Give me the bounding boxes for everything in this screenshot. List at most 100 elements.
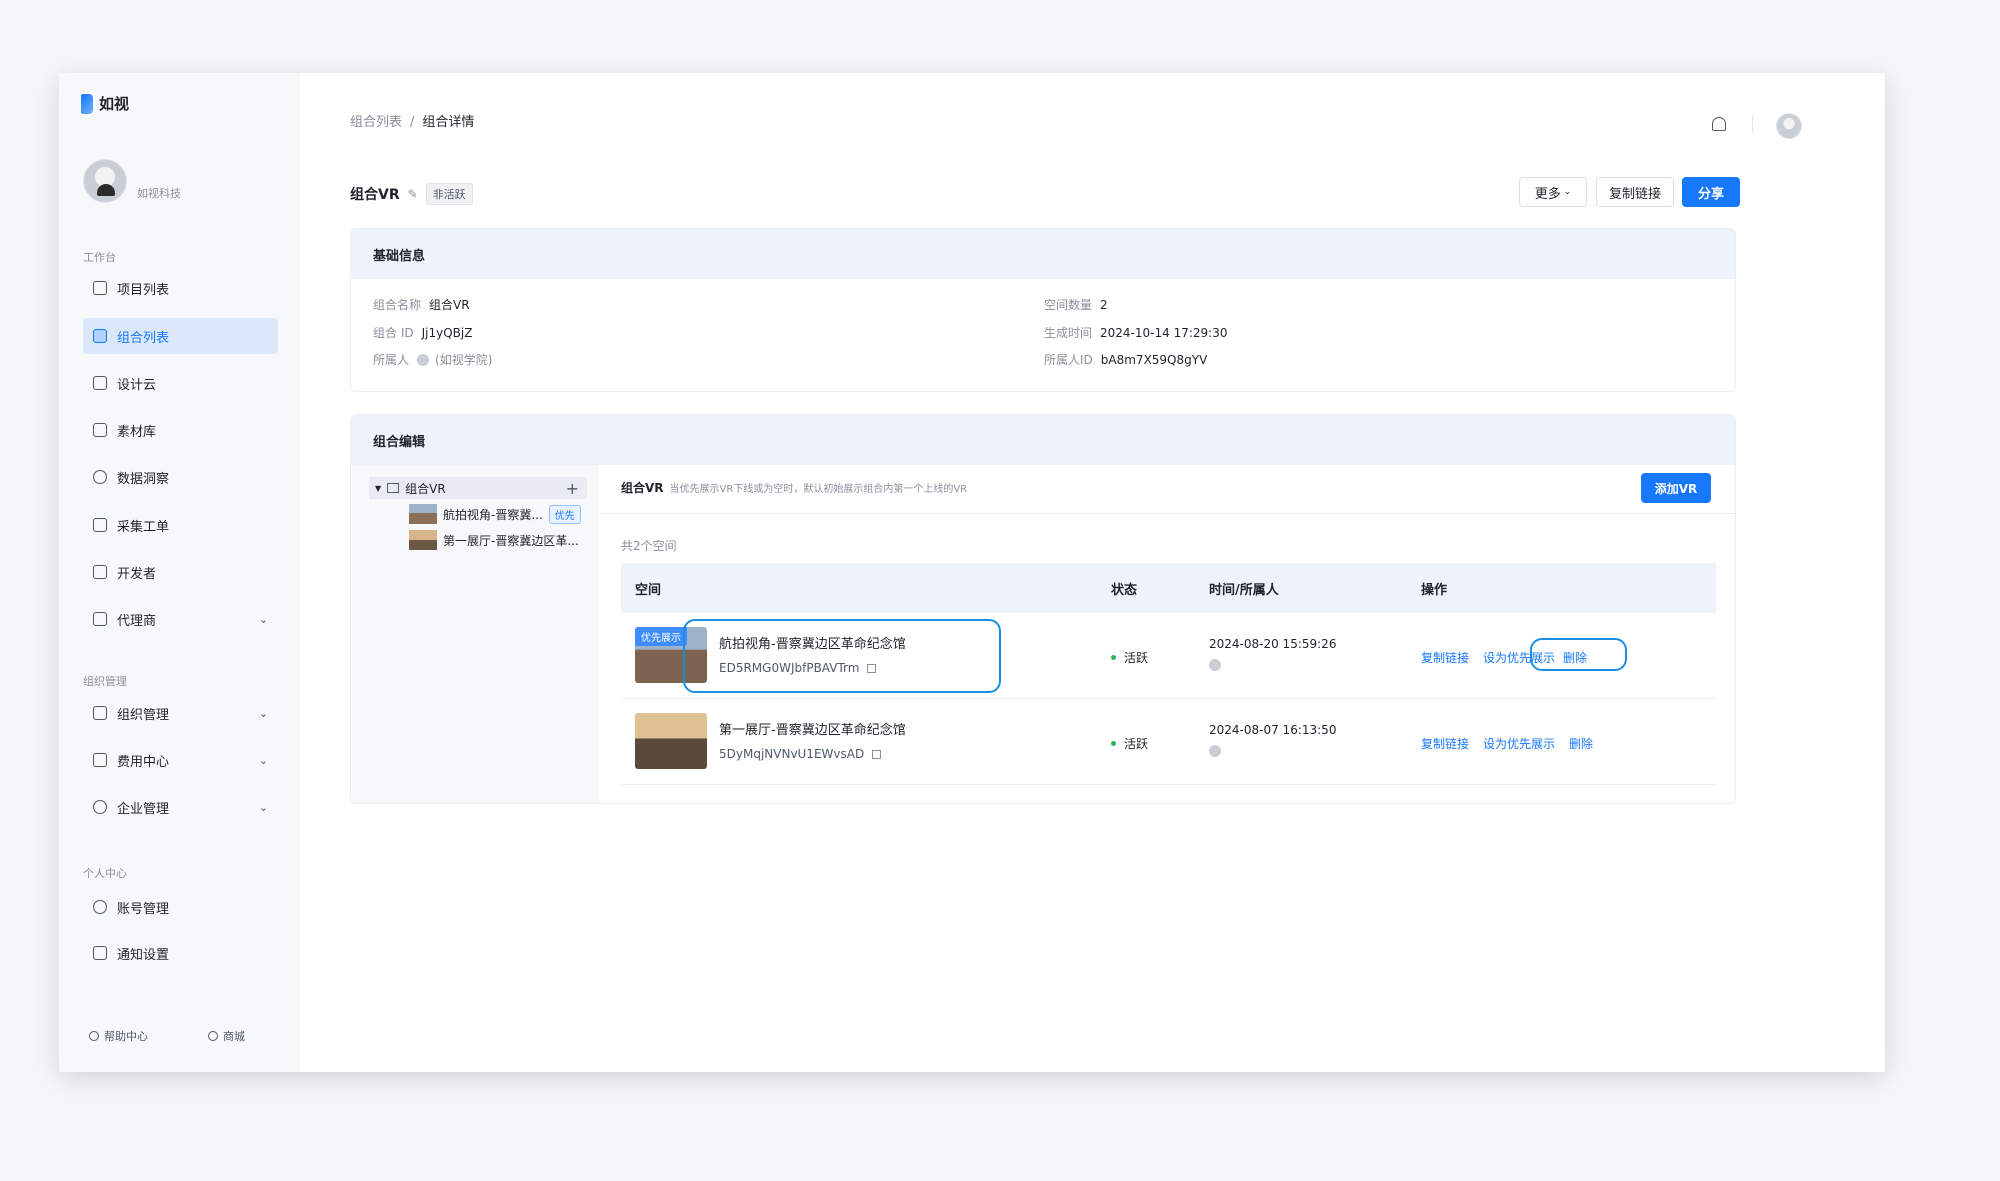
shield-icon bbox=[93, 800, 107, 814]
profile[interactable]: 如视科技 bbox=[83, 159, 181, 203]
col-ops: 操作 bbox=[1421, 583, 1448, 598]
sidebar-item-label: 代理商 bbox=[117, 613, 157, 629]
sidebar-item-projects[interactable]: 项目列表 bbox=[83, 270, 278, 306]
highlight-outline bbox=[683, 619, 1001, 693]
edit-icon[interactable]: ✎ bbox=[408, 187, 418, 201]
info-value: 2 bbox=[1100, 298, 1108, 312]
combo-edit-heading: 组合编辑 bbox=[351, 415, 1735, 465]
breadcrumb-separator: / bbox=[410, 115, 415, 130]
main-content: 组合列表 / 组合详情 组合VR ✎ 非活跃 更多 ⌄ 复制链接 分享 基础信息 组合… bbox=[300, 73, 1885, 1072]
bell-icon bbox=[93, 946, 107, 960]
delete-action[interactable]: 删除 bbox=[1569, 735, 1593, 752]
page-title: 组合VR bbox=[350, 187, 400, 203]
highlight-outline bbox=[1530, 638, 1627, 671]
info-label: 所属人ID bbox=[1044, 353, 1093, 367]
sidebar-item-label: 组织管理 bbox=[117, 707, 170, 723]
info-label: 生成时间 bbox=[1044, 326, 1093, 340]
info-name: 组合名称 组合VR bbox=[373, 296, 470, 313]
copy-link-action[interactable]: 复制链接 bbox=[1421, 649, 1469, 666]
add-vr-button[interactable]: 添加VR bbox=[1641, 473, 1711, 503]
status-dot-icon bbox=[1111, 741, 1116, 746]
col-status: 状态 bbox=[1111, 583, 1138, 598]
info-label: 组合 ID bbox=[373, 326, 414, 340]
time-value: 2024-08-07 16:13:50 bbox=[1209, 723, 1337, 737]
user-avatar[interactable] bbox=[1776, 113, 1802, 139]
caret-down-icon[interactable]: ▼ bbox=[375, 484, 381, 493]
space-id: 5DyMqjNVNvU1EWvsAD bbox=[719, 747, 882, 761]
profile-name: 如视科技 bbox=[137, 187, 181, 200]
tree-root-label: 组合VR bbox=[405, 481, 446, 496]
copy-link-button[interactable]: 复制链接 bbox=[1596, 177, 1674, 207]
info-label: 空间数量 bbox=[1044, 298, 1093, 312]
space-thumbnail bbox=[409, 504, 437, 524]
pane-header: 组合VR 当优先展示VR下线或为空时，默认初始展示组合内第一个上线的VR bbox=[621, 479, 967, 496]
chevron-down-icon: ⌄ bbox=[258, 706, 268, 720]
layers-icon bbox=[93, 329, 107, 343]
shop-label: 商城 bbox=[223, 1030, 245, 1043]
sidebar-item-agents[interactable]: 代理商 ⌄ bbox=[83, 601, 278, 637]
avatar bbox=[83, 159, 127, 203]
org-icon bbox=[93, 706, 107, 720]
nav-section-personal: 个人中心 bbox=[83, 867, 127, 880]
sidebar-item-label: 项目列表 bbox=[117, 282, 170, 298]
title-row: 组合VR ✎ 非活跃 bbox=[350, 183, 473, 205]
share-button[interactable]: 分享 bbox=[1682, 177, 1740, 207]
sidebar-item-billing[interactable]: 费用中心 ⌄ bbox=[83, 742, 278, 778]
sidebar: 如视 如视科技 工作台 项目列表 组合列表 设计云 素材库 数据洞察 采集工单 … bbox=[59, 73, 300, 1072]
space-name[interactable]: 第一展厅-晋察冀边区革命纪念馆 bbox=[719, 719, 906, 738]
time-cell: 2024-08-20 15:59:26 bbox=[1209, 637, 1336, 671]
sidebar-item-notifications[interactable]: 通知设置 bbox=[83, 935, 278, 971]
chevron-down-icon: ⌄ bbox=[258, 800, 268, 814]
basic-info-card: 基础信息 组合名称 组合VR 组合 ID Jj1yQBjZ 所属人 (如视学院) 空间… bbox=[350, 228, 1736, 392]
info-owner: 所属人 (如视学院) bbox=[373, 351, 492, 368]
space-thumbnail[interactable] bbox=[635, 713, 707, 769]
tree-root[interactable]: ▼ 组合VR + bbox=[369, 477, 587, 499]
sidebar-item-enterprise[interactable]: 企业管理 ⌄ bbox=[83, 789, 278, 825]
sidebar-item-label: 素材库 bbox=[117, 424, 157, 440]
info-created: 生成时间 2024-10-14 17:29:30 bbox=[1044, 324, 1227, 341]
brand[interactable]: 如视 bbox=[81, 93, 129, 114]
briefcase-icon bbox=[93, 612, 107, 626]
sidebar-item-insights[interactable]: 数据洞察 bbox=[83, 459, 278, 495]
info-label: 组合名称 bbox=[373, 298, 422, 312]
nav-section-org: 组织管理 bbox=[83, 675, 127, 688]
copy-link-action[interactable]: 复制链接 bbox=[1421, 735, 1469, 752]
document-icon bbox=[93, 518, 107, 532]
chevron-down-icon: ⌄ bbox=[258, 612, 268, 626]
copy-icon[interactable] bbox=[872, 750, 882, 759]
breadcrumb-parent[interactable]: 组合列表 bbox=[350, 115, 402, 130]
sidebar-item-work-orders[interactable]: 采集工单 bbox=[83, 507, 278, 543]
owner-avatar bbox=[1209, 659, 1221, 671]
space-count-text: 共2个空间 bbox=[621, 539, 677, 553]
notification-bell-icon[interactable] bbox=[1712, 117, 1726, 131]
status-badge: 非活跃 bbox=[425, 183, 473, 205]
sidebar-item-account[interactable]: 账号管理 bbox=[83, 889, 278, 925]
sidebar-item-org[interactable]: 组织管理 ⌄ bbox=[83, 695, 278, 731]
monitor-icon bbox=[93, 376, 107, 390]
sidebar-item-assets[interactable]: 素材库 bbox=[83, 412, 278, 448]
tree-child[interactable]: 航拍视角-晋察冀... 优先 bbox=[409, 503, 581, 525]
info-value: Jj1yQBjZ bbox=[421, 326, 473, 340]
sidebar-item-combos[interactable]: 组合列表 bbox=[83, 318, 278, 354]
info-id: 组合 ID Jj1yQBjZ bbox=[373, 324, 472, 341]
priority-tag: 优先 bbox=[548, 504, 581, 524]
pane-title: 组合VR bbox=[621, 481, 664, 495]
set-priority-action[interactable]: 设为优先展示 bbox=[1483, 735, 1555, 752]
add-icon[interactable]: + bbox=[566, 479, 579, 498]
sidebar-item-developer[interactable]: 开发者 bbox=[83, 554, 278, 590]
tree-child[interactable]: 第一展厅-晋察冀边区革... bbox=[409, 529, 579, 551]
ops-cell: 复制链接 设为优先展示 删除 bbox=[1421, 735, 1593, 752]
more-label: 更多 bbox=[1534, 186, 1561, 202]
owner-avatar bbox=[1209, 745, 1221, 757]
wallet-icon bbox=[93, 753, 107, 767]
code-icon bbox=[93, 565, 107, 579]
sidebar-item-design-cloud[interactable]: 设计云 bbox=[83, 365, 278, 401]
combo-tree: ▼ 组合VR + 航拍视角-晋察冀... 优先 第一展厅-晋察冀边区革... bbox=[351, 465, 599, 803]
help-center-link[interactable]: 帮助中心 bbox=[89, 1028, 148, 1044]
more-button[interactable]: 更多 ⌄ bbox=[1519, 177, 1587, 207]
divider bbox=[1752, 115, 1753, 133]
chevron-down-icon: ⌄ bbox=[1563, 187, 1572, 197]
info-label: 所属人 bbox=[373, 353, 410, 367]
info-space-count: 空间数量 2 bbox=[1044, 296, 1108, 313]
shop-link[interactable]: 商城 bbox=[208, 1028, 245, 1044]
